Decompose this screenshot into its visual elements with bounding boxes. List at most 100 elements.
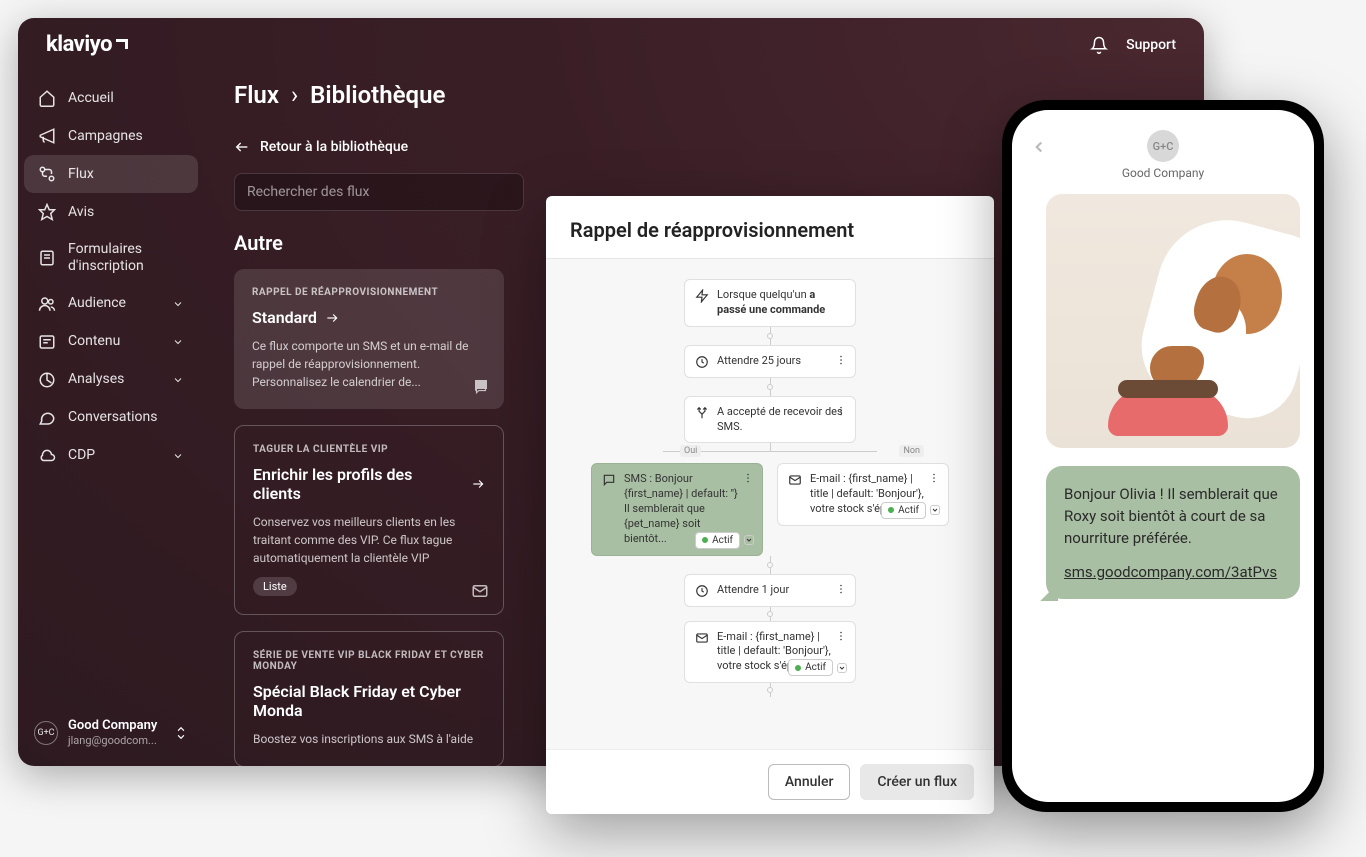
card-title: Enrichir les profils des clients: [253, 465, 485, 503]
chevron-down-icon[interactable]: [837, 663, 847, 673]
more-icon[interactable]: [835, 630, 847, 642]
arrow-left-icon: [234, 139, 250, 155]
chevron-down-icon[interactable]: [930, 505, 940, 515]
card-desc: Boostez vos inscriptions aux SMS à l'aid…: [253, 730, 485, 748]
nav-label: Avis: [68, 204, 94, 221]
flow-wait-node[interactable]: Attendre 25 jours: [684, 345, 856, 378]
more-icon[interactable]: [835, 354, 847, 366]
nav-label: Conversations: [68, 409, 157, 426]
status-pill[interactable]: Actif: [788, 659, 833, 676]
megaphone-icon: [38, 127, 56, 145]
flow-card-vip[interactable]: TAGUER LA CLIENTÈLE VIP Enrichir les pro…: [234, 425, 504, 615]
logo-text: klaviyo: [46, 32, 112, 57]
node-text: Attendre 1 jour: [717, 583, 789, 598]
card-eyebrow: TAGUER LA CLIENTÈLE VIP: [253, 444, 485, 455]
flow-card-standard[interactable]: RAPPEL DE RÉAPPROVISIONNEMENT Standard C…: [234, 269, 504, 409]
chat-icon: [38, 409, 56, 427]
star-icon: [38, 203, 56, 221]
card-desc: Ce flux comporte un SMS et un e-mail de …: [252, 337, 486, 391]
nav-label: Contenu: [68, 333, 120, 350]
card-title-text: Enrichir les profils des clients: [253, 465, 463, 503]
breadcrumb-current: Bibliothèque: [310, 81, 445, 109]
bolt-icon: [695, 289, 709, 303]
more-icon[interactable]: [835, 405, 847, 417]
branch-yes-label: Oui: [680, 445, 701, 457]
logo[interactable]: klaviyo: [46, 32, 128, 57]
account-switcher[interactable]: G+C Good Company jlang@goodcom...: [24, 706, 198, 759]
flow-card-bfcm[interactable]: SÉRIE DE VENTE VIP BLACK FRIDAY ET CYBER…: [234, 631, 504, 766]
sidebar-item-formulaires[interactable]: Formulaires d'inscription: [24, 231, 198, 285]
flow-split-node[interactable]: A accepté de recevoir des SMS.: [684, 396, 856, 444]
sms-icon: [602, 473, 616, 487]
logo-mark-icon: [116, 39, 128, 51]
chevron-left-icon[interactable]: [1030, 138, 1048, 156]
flow-email-node-2[interactable]: E-mail : {first_name} | title | default:…: [684, 621, 856, 684]
card-eyebrow: SÉRIE DE VENTE VIP BLACK FRIDAY ET CYBER…: [253, 650, 485, 672]
chevron-down-icon: [172, 298, 184, 310]
modal-header: Rappel de réapprovisionnement: [546, 196, 994, 259]
form-icon: [38, 249, 56, 267]
cancel-button[interactable]: Annuler: [768, 764, 851, 800]
nav-label: Flux: [68, 166, 94, 183]
chevron-down-icon[interactable]: [744, 535, 754, 545]
top-bar: klaviyo Support: [18, 18, 1204, 71]
top-right: Support: [1090, 36, 1176, 54]
sidebar-item-campagnes[interactable]: Campagnes: [24, 117, 198, 155]
modal-body: Lorsque quelqu'un a passé une commande A…: [546, 259, 994, 749]
card-desc: Conservez vos meilleurs clients en les t…: [253, 513, 485, 567]
sidebar-item-contenu[interactable]: Contenu: [24, 323, 198, 361]
account-name: Good Company: [68, 718, 157, 734]
phone-mockup: G+C Good Company Bonjour Olivia ! Il sem…: [1002, 100, 1324, 812]
node-text: Attendre 25 jours: [717, 354, 801, 369]
nav-label: CDP: [68, 447, 95, 464]
sidebar-item-audience[interactable]: Audience: [24, 285, 198, 323]
back-link-text: Retour à la bibliothèque: [260, 139, 408, 155]
nav-label: Analyses: [68, 371, 124, 388]
support-link[interactable]: Support: [1126, 37, 1176, 53]
sidebar: Accueil Campagnes Flux Avis Formulaires …: [18, 71, 204, 766]
card-badge: Liste: [253, 577, 297, 596]
more-icon[interactable]: [835, 583, 847, 595]
create-flow-button[interactable]: Créer un flux: [860, 764, 974, 800]
breadcrumb-root[interactable]: Flux: [234, 81, 279, 109]
branch-no-label: Non: [899, 445, 924, 457]
flow-trigger-node[interactable]: Lorsque quelqu'un a passé une commande: [684, 279, 856, 327]
people-icon: [38, 295, 56, 313]
more-icon[interactable]: [928, 472, 940, 484]
search-input[interactable]: [234, 173, 524, 211]
flow-icon: [38, 165, 56, 183]
card-title: Spécial Black Friday et Cyber Monda: [253, 682, 485, 720]
content-icon: [38, 333, 56, 351]
status-pill[interactable]: Actif: [881, 502, 926, 519]
breadcrumb-separator: ›: [291, 81, 298, 109]
more-icon[interactable]: [742, 472, 754, 484]
node-text: A accepté de recevoir des SMS.: [717, 405, 845, 435]
sidebar-item-avis[interactable]: Avis: [24, 193, 198, 231]
sidebar-item-flux[interactable]: Flux: [24, 155, 198, 193]
nav-label: Accueil: [68, 90, 114, 107]
phone-sender: Good Company: [1122, 166, 1204, 180]
modal-footer: Annuler Créer un flux: [546, 749, 994, 814]
flow-email-node[interactable]: E-mail : {first_name} | title | default:…: [777, 463, 949, 526]
email-icon: [471, 582, 489, 600]
sms-icon: [472, 377, 490, 395]
arrow-right-icon: [471, 477, 485, 491]
card-eyebrow: RAPPEL DE RÉAPPROVISIONNEMENT: [252, 287, 486, 298]
flow-sms-node[interactable]: SMS : Bonjour {first_name} | default: ''…: [591, 463, 763, 555]
status-pill[interactable]: Actif: [695, 532, 740, 549]
sms-link[interactable]: sms.goodcompany.com/3atPvs: [1064, 563, 1282, 581]
phone-screen: G+C Good Company Bonjour Olivia ! Il sem…: [1012, 110, 1314, 802]
sms-text: Bonjour Olivia ! Il semblerait que Roxy …: [1064, 484, 1282, 549]
phone-avatar: G+C: [1147, 130, 1179, 162]
email-icon: [788, 473, 802, 487]
sidebar-item-accueil[interactable]: Accueil: [24, 79, 198, 117]
account-text: Good Company jlang@goodcom...: [68, 718, 157, 747]
avatar: G+C: [34, 721, 58, 745]
bell-icon[interactable]: [1090, 36, 1108, 54]
flow-wait-node-2[interactable]: Attendre 1 jour: [684, 574, 856, 607]
sidebar-item-conversations[interactable]: Conversations: [24, 399, 198, 437]
sidebar-item-cdp[interactable]: CDP: [24, 437, 198, 475]
chevron-down-icon: [172, 374, 184, 386]
clock-icon: [695, 584, 709, 598]
sidebar-item-analyses[interactable]: Analyses: [24, 361, 198, 399]
